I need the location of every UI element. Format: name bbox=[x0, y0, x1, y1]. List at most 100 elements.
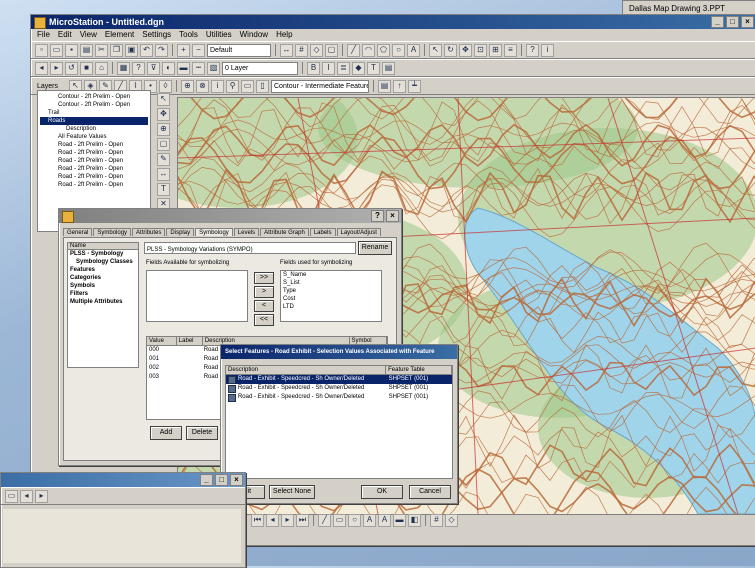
pan-icon[interactable]: ✥ bbox=[459, 43, 472, 57]
name-field[interactable]: PLSS - Symbology Variations (SYMPO) bbox=[144, 242, 356, 254]
tree-item[interactable]: Road - 2ft Prelim - Open bbox=[40, 141, 148, 149]
features-column-header[interactable]: Feature Table bbox=[386, 366, 452, 374]
features-table-row[interactable]: Road - Exhibit - Speedcred - Sh Owner/De… bbox=[226, 384, 452, 393]
menu-element[interactable]: Element bbox=[105, 29, 134, 41]
help-icon[interactable]: ? bbox=[526, 43, 539, 57]
properties-tab[interactable]: Symbology bbox=[195, 228, 233, 236]
font-color-icon[interactable]: A bbox=[378, 513, 391, 527]
features-table-row[interactable]: Road - Exhibit - Speedcred - Sh Owner/De… bbox=[226, 375, 452, 384]
fit-view-icon[interactable]: ⊡ bbox=[474, 43, 487, 57]
zoom-in-icon[interactable]: + bbox=[177, 43, 190, 57]
measure-tool-icon[interactable]: ↔ bbox=[157, 168, 170, 181]
query-icon[interactable]: ? bbox=[132, 61, 145, 75]
new-file-icon[interactable]: ▫ bbox=[35, 43, 48, 57]
layer-combo[interactable]: 0 Layer bbox=[222, 61, 298, 75]
window-area-icon[interactable]: ⊞ bbox=[489, 43, 502, 57]
symbology-list-item[interactable]: Categories bbox=[68, 274, 138, 282]
tree-item[interactable]: Roads bbox=[40, 117, 148, 125]
grid-icon[interactable]: # bbox=[295, 43, 308, 57]
menu-settings[interactable]: Settings bbox=[142, 29, 171, 41]
properties-tab[interactable]: Levels bbox=[233, 228, 260, 236]
properties-help-button[interactable]: ? bbox=[371, 210, 384, 222]
menu-window[interactable]: Window bbox=[240, 29, 268, 41]
properties-close-button[interactable]: × bbox=[386, 210, 399, 222]
clear-select-icon[interactable]: ▯ bbox=[256, 79, 269, 93]
properties-tab[interactable]: General bbox=[63, 228, 93, 236]
properties-tab[interactable]: Attributes bbox=[132, 228, 166, 236]
open-folder-icon[interactable]: ▭ bbox=[50, 43, 63, 57]
values-column-header[interactable]: Value bbox=[147, 337, 177, 345]
add-button[interactable]: Add bbox=[150, 426, 182, 440]
features-column-header[interactable]: Description bbox=[226, 366, 387, 374]
tree-item[interactable]: All Feature Values bbox=[40, 133, 148, 141]
legend-icon[interactable]: ▤ bbox=[378, 79, 391, 93]
zoom-extent-icon[interactable]: ⊗ bbox=[196, 79, 209, 93]
filter-icon[interactable]: ⊽ bbox=[147, 61, 160, 75]
color-icon[interactable]: ◐ bbox=[162, 61, 175, 75]
print-icon[interactable]: ▤ bbox=[80, 43, 93, 57]
label-icon[interactable]: T bbox=[367, 61, 380, 75]
north-arrow-icon[interactable]: ↑ bbox=[393, 79, 406, 93]
draw-text-icon[interactable]: A bbox=[363, 513, 376, 527]
zoom-out-icon[interactable]: − bbox=[192, 43, 205, 57]
tree-item[interactable]: Road - 2ft Prelim - Open bbox=[40, 165, 148, 173]
snap-icon[interactable]: ◇ bbox=[310, 43, 323, 57]
identify-icon[interactable]: i bbox=[211, 79, 224, 93]
draw-circle-icon[interactable]: ○ bbox=[348, 513, 361, 527]
move-field-button[interactable]: << bbox=[254, 314, 274, 326]
properties-tab[interactable]: Symbology bbox=[93, 228, 132, 236]
rotate-icon[interactable]: ↻ bbox=[444, 43, 457, 57]
info-icon[interactable]: i bbox=[541, 43, 554, 57]
menu-utilities[interactable]: Utilities bbox=[206, 29, 232, 41]
stop-icon[interactable]: ■ bbox=[80, 61, 93, 75]
menu-edit[interactable]: Edit bbox=[58, 29, 72, 41]
values-column-header[interactable]: Label bbox=[177, 337, 203, 345]
symbology-list-item[interactable]: Multiple Attributes bbox=[68, 298, 138, 306]
table-icon[interactable]: ▦ bbox=[117, 61, 130, 75]
first-page-icon[interactable]: ⏮ bbox=[251, 513, 264, 527]
menu-file[interactable]: File bbox=[37, 29, 50, 41]
select-tool-icon[interactable]: ↖ bbox=[157, 93, 170, 106]
scalebar-icon[interactable]: ┷ bbox=[408, 79, 421, 93]
properties-tab[interactable]: Layout/Adjust bbox=[336, 228, 381, 236]
bottom-left-minimize-button[interactable]: _ bbox=[200, 474, 213, 486]
move-field-button[interactable]: >> bbox=[254, 272, 274, 284]
tree-item[interactable]: Contour - 2ft Prelim - Open bbox=[40, 93, 148, 101]
paste-icon[interactable]: ▣ bbox=[125, 43, 138, 57]
move-field-button[interactable]: < bbox=[254, 300, 274, 312]
used-field-item[interactable]: S_List bbox=[281, 279, 381, 287]
used-field-item[interactable]: Type bbox=[281, 287, 381, 295]
menu-help[interactable]: Help bbox=[276, 29, 292, 41]
cancel-button[interactable]: Cancel bbox=[409, 485, 451, 499]
tree-item[interactable]: Road - 2ft Prelim - Open bbox=[40, 181, 148, 189]
close-button[interactable]: × bbox=[741, 16, 754, 28]
style-icon[interactable]: ┅ bbox=[192, 61, 205, 75]
symbology-list-item[interactable]: Filters bbox=[68, 290, 138, 298]
bl-tool-icon[interactable]: ◂ bbox=[20, 489, 33, 503]
attribute-icon[interactable]: ▤ bbox=[382, 61, 395, 75]
bottom-left-close-button[interactable]: × bbox=[230, 474, 243, 486]
draw-line-icon[interactable]: ╱ bbox=[318, 513, 331, 527]
undo-icon[interactable]: ↶ bbox=[140, 43, 153, 57]
used-field-item[interactable]: S_Name bbox=[281, 271, 381, 279]
arc-tool-icon[interactable]: ◠ bbox=[362, 43, 375, 57]
properties-tab[interactable]: Labels bbox=[309, 228, 336, 236]
rename-button[interactable]: Rename bbox=[358, 241, 392, 255]
refresh-icon[interactable]: ↺ bbox=[65, 61, 78, 75]
redo-icon[interactable]: ↷ bbox=[155, 43, 168, 57]
bl-tool-icon[interactable]: ▭ bbox=[5, 489, 18, 503]
tree-item[interactable]: Contour - 2ft Prelim - Open bbox=[40, 101, 148, 109]
main-title-bar[interactable]: MicroStation - Untitled.dgn _ □ × bbox=[31, 15, 755, 29]
fence-tool-icon[interactable]: ▢ bbox=[157, 138, 170, 151]
grid-toggle-icon[interactable]: # bbox=[430, 513, 443, 527]
forward-icon[interactable]: ▸ bbox=[50, 61, 63, 75]
prev-page-icon[interactable]: ◂ bbox=[266, 513, 279, 527]
move-field-button[interactable]: > bbox=[254, 286, 274, 298]
used-fields-list[interactable]: S_Name S_List Type Cost LTD bbox=[280, 270, 382, 322]
label-tool-icon[interactable]: T bbox=[157, 183, 170, 196]
symbology-list[interactable]: Name PLSS - Symbology Symbology Classes Fe… bbox=[67, 242, 139, 368]
polygon-tool-icon[interactable]: ⬠ bbox=[377, 43, 390, 57]
cut-icon[interactable]: ✂ bbox=[95, 43, 108, 57]
scale-combo[interactable]: Default bbox=[207, 43, 271, 57]
bottom-left-title-bar[interactable]: _ □ × bbox=[1, 473, 245, 487]
